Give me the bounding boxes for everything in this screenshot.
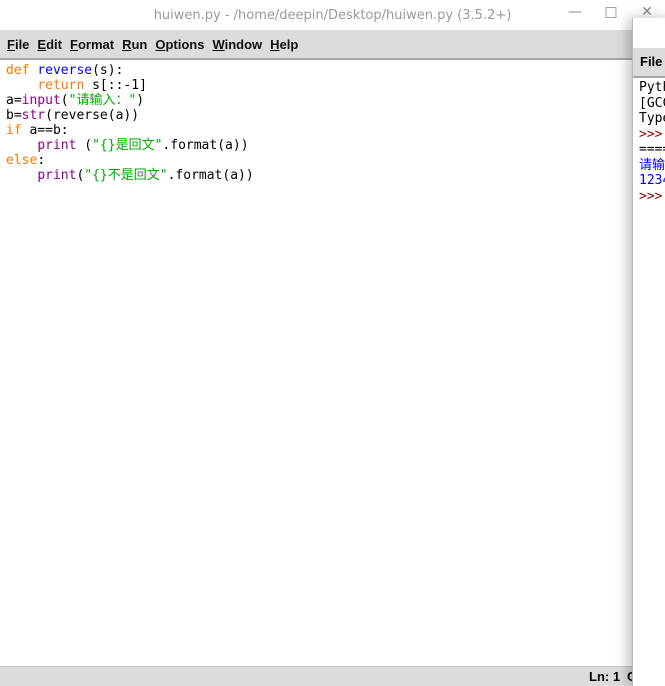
code-token: a= <box>6 93 22 108</box>
menu-run[interactable]: Run <box>122 37 147 52</box>
shell-window[interactable]: File Pyth[GCCType>>> ====请输1234>>> <box>632 18 665 686</box>
title-bar: huiwen.py - /home/deepin/Desktop/huiwen.… <box>0 0 665 30</box>
maximize-button[interactable]: □ <box>593 4 629 20</box>
code-token: b= <box>6 108 22 123</box>
code-token: print <box>37 138 77 153</box>
code-token: if <box>6 123 22 138</box>
line-indicator: Ln: 1 <box>589 669 621 684</box>
code-line: def reverse(s): <box>6 63 254 78</box>
code-line: a=input("请输入：") <box>6 93 254 108</box>
code-token: ( <box>76 138 93 153</box>
code-line: b=str(reverse(a)) <box>6 108 254 123</box>
code-token: str <box>21 108 46 123</box>
code-line: if a==b: <box>6 123 254 138</box>
code-token: "{}是回文" <box>92 138 163 153</box>
code-token: : <box>37 153 46 168</box>
code-token: s[::-1] <box>84 78 147 93</box>
code-token: reverse <box>37 63 93 78</box>
shell-line: Type <box>639 111 665 126</box>
code-token: "{}不是回文" <box>84 168 168 183</box>
code-token: print <box>37 168 77 183</box>
code-token: .format(a)) <box>167 168 254 183</box>
status-bar: Ln: 1 C <box>0 666 665 686</box>
editor-window: huiwen.py - /home/deepin/Desktop/huiwen.… <box>0 0 665 686</box>
shell-line: Pyth <box>639 80 665 95</box>
shell-line: >>> <box>639 126 663 142</box>
code-token: (reverse(a)) <box>45 108 140 123</box>
code-line: return s[::-1] <box>6 78 254 93</box>
menu-window[interactable]: Window <box>212 37 262 52</box>
code-token: (s): <box>92 63 124 78</box>
shell-menu-file[interactable]: File <box>633 48 665 78</box>
menu-file[interactable]: File <box>7 37 29 52</box>
menu-options[interactable]: Options <box>155 37 204 52</box>
shell-output[interactable]: Pyth[GCCType>>> ====请输1234>>> <box>639 80 665 204</box>
shell-line: [GCC <box>639 95 665 111</box>
code-token: a==b: <box>21 123 69 138</box>
menu-help[interactable]: Help <box>270 37 298 52</box>
menu-format[interactable]: Format <box>70 37 114 52</box>
shell-line: ==== <box>639 142 665 157</box>
code-editor[interactable]: def reverse(s): return s[::-1] a=input("请… <box>6 63 254 183</box>
code-token: ) <box>136 93 145 108</box>
menu-edit[interactable]: Edit <box>37 37 62 52</box>
code-token: return <box>37 78 85 93</box>
code-token: .format(a)) <box>162 138 249 153</box>
minimize-button[interactable]: — <box>557 4 593 20</box>
code-token: def <box>6 63 38 78</box>
shell-line: >>> <box>639 188 663 204</box>
code-line: print ("{}是回文".format(a)) <box>6 138 254 153</box>
code-token: else <box>6 153 38 168</box>
menu-bar: File Edit Format Run Options Window Help <box>0 30 665 60</box>
shell-line: 1234 <box>639 173 665 188</box>
code-token: ( <box>60 93 69 108</box>
code-line: print("{}不是回文".format(a)) <box>6 168 254 183</box>
code-token: "请输入：" <box>68 93 137 108</box>
code-line: else: <box>6 153 254 168</box>
window-title: huiwen.py - /home/deepin/Desktop/huiwen.… <box>153 7 512 23</box>
code-token: input <box>21 93 61 108</box>
shell-line: 请输 <box>639 157 665 173</box>
